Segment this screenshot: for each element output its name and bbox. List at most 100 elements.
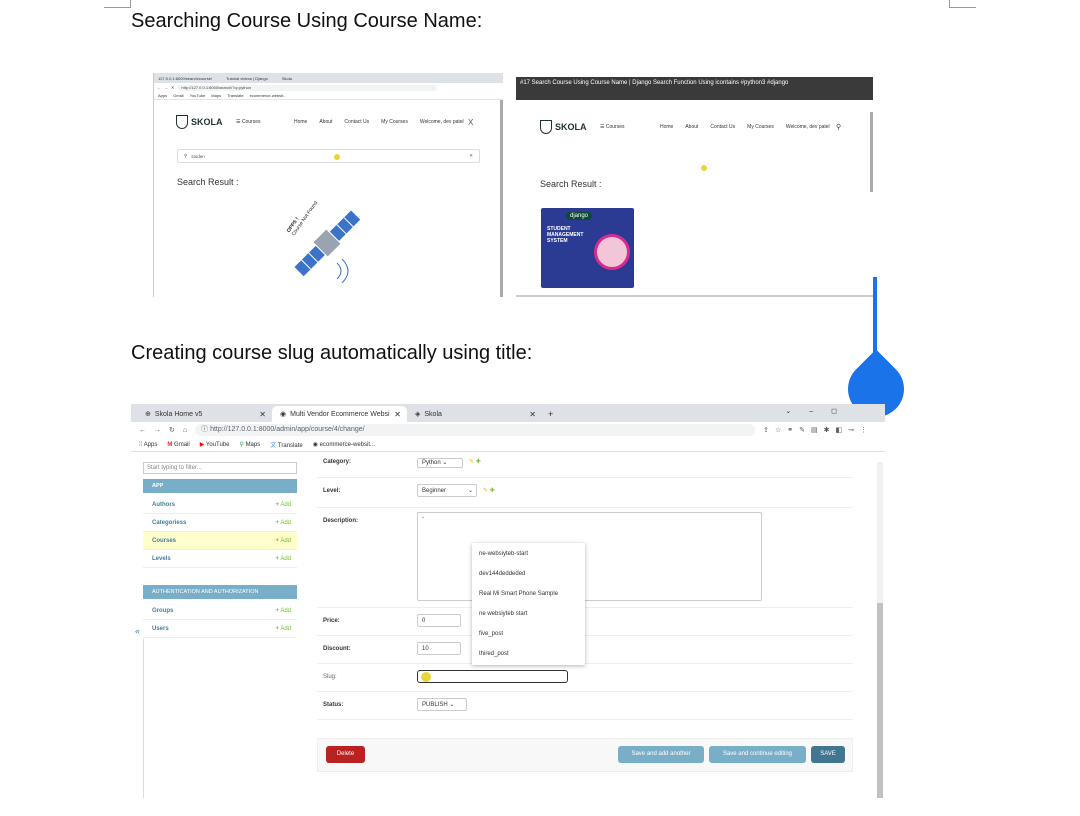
sidebar-item-categories[interactable]: Categoriess + Add (143, 514, 297, 532)
search-icon: ⚲ (184, 153, 188, 158)
module-header-app[interactable]: APP (143, 479, 297, 493)
search-input[interactable]: ⚲ studen ✕ (177, 149, 480, 163)
tab-close-icon-3[interactable]: ✕ (529, 410, 536, 419)
page-scrollbar[interactable] (500, 100, 503, 297)
page-scrollbar-3[interactable] (877, 462, 883, 798)
nav-welcome[interactable]: Welcome, dev patel (420, 119, 464, 125)
price-input[interactable]: 0 (417, 614, 461, 627)
search-not-found-screenshot: 127.0.0.1:8000/search/course/ Tutorial v… (153, 73, 503, 297)
scroll-thumb[interactable] (877, 603, 883, 798)
window-controls[interactable]: ⌄–◻ (785, 407, 855, 415)
page-scrollbar-2[interactable] (870, 112, 873, 192)
bookmark-gmail[interactable]: Gmail (173, 93, 183, 98)
bookmark-maps[interactable]: Maps (211, 93, 221, 98)
save-add-another-button[interactable]: Save and add another (618, 746, 704, 763)
tab-tutorial[interactable]: Tutorial videos | Django (226, 76, 268, 81)
bookmark-youtube[interactable]: ▶ YouTube (200, 441, 230, 448)
sidebar-collapse-toggle[interactable]: « (135, 626, 140, 636)
category-edit-icons[interactable]: ✎ ✚ (469, 458, 481, 465)
save-continue-button[interactable]: Save and continue editing (709, 746, 806, 763)
tab-skola[interactable]: ◈ Skola ✕ (407, 406, 542, 422)
bookmark-youtube[interactable]: YouTube (190, 93, 206, 98)
bookmark-gmail[interactable]: M Gmail (167, 442, 189, 448)
courses-menu-label: Courses (241, 119, 261, 125)
bookmark-ecommerce[interactable]: ◉ ecommerce-websit... (313, 441, 375, 448)
nav-welcome-2[interactable]: Welcome, dev patel (786, 124, 830, 130)
bookmark-translate[interactable]: Translate (227, 93, 244, 98)
clear-icon[interactable]: ✕ (469, 153, 473, 159)
add-label: Add (280, 519, 291, 526)
nav-contact[interactable]: Contact Us (344, 119, 369, 125)
nav-contact-2[interactable]: Contact Us (710, 124, 735, 130)
description-textarea[interactable]: - (417, 512, 762, 601)
save-button[interactable]: SAVE (811, 746, 845, 763)
description-value: - (422, 515, 424, 521)
add-categories-link[interactable]: + Add (275, 520, 291, 526)
nav-my-courses[interactable]: My Courses (381, 119, 408, 125)
tab-close-icon[interactable]: ✕ (259, 410, 266, 419)
back-icon[interactable]: ← (157, 85, 161, 90)
bookmark-maps[interactable]: ⚲ Maps (239, 441, 260, 448)
nav-about-2[interactable]: About (685, 124, 698, 130)
bookmark-translate[interactable]: 文 Translate (270, 440, 302, 449)
url-field[interactable]: http://127.0.0.1:8000/search/?q=python (177, 84, 438, 91)
extension-icons[interactable]: ⇪☆⚭✎▤✱◧⊸⋮ (763, 426, 873, 434)
tab-multi-vendor[interactable]: ◉ Multi Vendor Ecommerce Websi ✕ (272, 406, 407, 422)
suggestion-item[interactable]: ne-websiyteb-start (472, 544, 585, 564)
courses-menu[interactable]: ☰ Courses (236, 119, 261, 125)
close-icon[interactable]: ✕ (171, 85, 174, 90)
forward-icon[interactable]: → (154, 427, 161, 434)
tab-skola-home[interactable]: ⊕ Skola Home v5 ✕ (137, 406, 272, 422)
home-icon[interactable]: ⌂ (183, 427, 187, 434)
forward-icon[interactable]: → (164, 85, 168, 90)
status-select[interactable]: PUBLISH ⌄ (417, 698, 467, 711)
tab-skola-label: Skola (424, 410, 442, 418)
tab-search[interactable]: 127.0.0.1:8000/search/course/ (158, 76, 212, 81)
back-icon[interactable]: ← (139, 427, 146, 434)
category-select[interactable]: Python ⌄ (417, 458, 463, 468)
add-groups-link[interactable]: + Add (275, 608, 291, 614)
sidebar-item-users[interactable]: Users + Add (143, 620, 297, 638)
site-logo-2[interactable]: SKOLA (540, 120, 587, 134)
sidebar-item-groups[interactable]: Groups + Add (143, 602, 297, 620)
delete-button[interactable]: Delete (326, 746, 365, 763)
text-cursor-highlight (421, 672, 431, 682)
courses-menu-2[interactable]: ☰ Courses (600, 124, 625, 130)
nav-home[interactable]: Home (294, 119, 307, 125)
suggestion-item[interactable]: dev144deddeded (472, 564, 585, 584)
site-logo[interactable]: SKOLA (176, 115, 223, 129)
suggestion-item[interactable]: five_post (472, 624, 585, 644)
close-search-icon[interactable]: X (468, 118, 473, 127)
level-select[interactable]: Beginner ⌄ (417, 484, 477, 497)
suggestion-item[interactable]: thired_post (472, 644, 585, 664)
sidebar-item-courses[interactable]: Courses + Add (143, 532, 297, 550)
level-edit-icons[interactable]: ✎ ✚ (483, 487, 495, 494)
add-users-link[interactable]: + Add (275, 626, 291, 632)
suggestion-item[interactable]: ne websiyteb start (472, 604, 585, 624)
suggestion-item[interactable]: Real Mi Smart Phone Sample (472, 584, 585, 604)
bookmark-apps[interactable]: ⁞⁞ Apps (139, 442, 157, 448)
add-levels-link[interactable]: + Add (275, 556, 291, 562)
search-icon-2[interactable]: ⚲ (836, 123, 841, 131)
tab-skola[interactable]: Skola (282, 76, 292, 81)
add-courses-link[interactable]: + Add (275, 538, 291, 544)
bookmark-apps[interactable]: Apps (158, 93, 167, 98)
sidebar-item-levels[interactable]: Levels + Add (143, 550, 297, 568)
course-card[interactable]: django STUDENT MANAGEMENT SYSTEM (541, 208, 634, 288)
reload-icon[interactable]: ↻ (169, 426, 175, 434)
tab-close-icon-2[interactable]: ✕ (394, 410, 401, 419)
url-field[interactable]: ⓘ http://127.0.0.1:8000/admin/app/course… (195, 424, 756, 436)
discount-input[interactable]: 10 (417, 642, 461, 655)
module-header-auth[interactable]: AUTHENTICATION AND AUTHORIZATION (143, 585, 297, 599)
bookmark-ecommerce[interactable]: ecommerce-websit... (250, 93, 287, 98)
add-authors-link[interactable]: + Add (275, 502, 291, 508)
nav-links: Home About Contact Us My Courses Welcome… (294, 119, 464, 125)
nav-home-2[interactable]: Home (660, 124, 673, 130)
slug-input[interactable] (417, 670, 568, 683)
youtube-icon: ▶ (199, 442, 205, 448)
new-tab-icon[interactable]: + (542, 406, 559, 422)
nav-about[interactable]: About (319, 119, 332, 125)
sidebar-item-authors[interactable]: Authors + Add (143, 496, 297, 514)
sidebar-filter-input[interactable]: Start typing to filter... (143, 462, 297, 474)
nav-my-courses-2[interactable]: My Courses (747, 124, 774, 130)
